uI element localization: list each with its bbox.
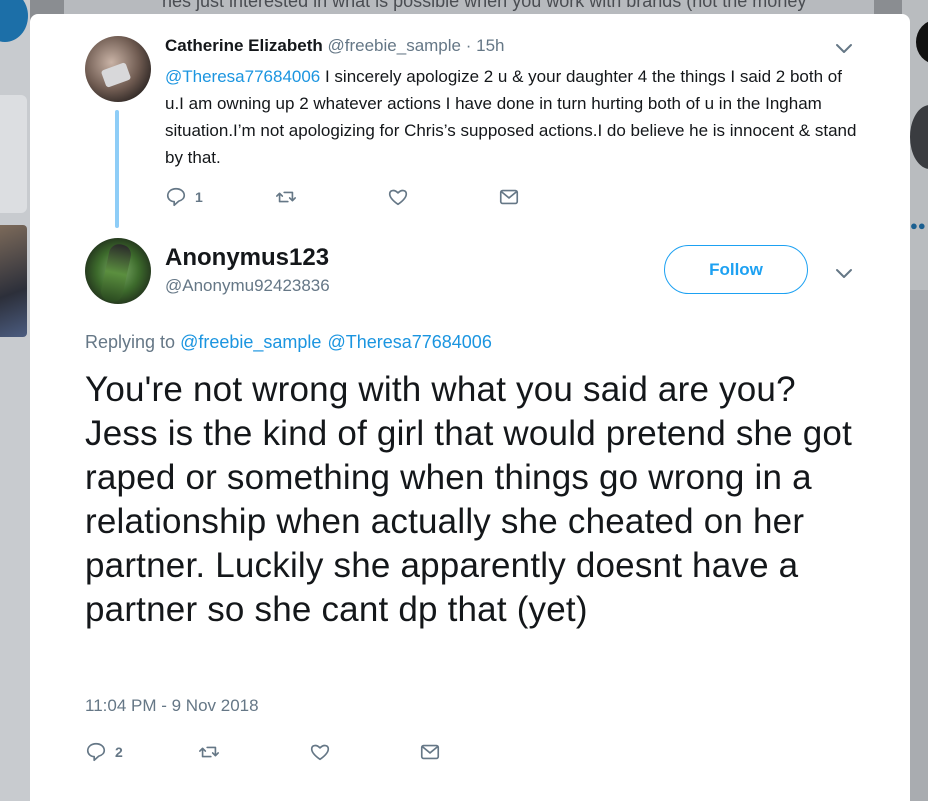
background-avatar	[916, 20, 928, 64]
retweet-icon	[276, 191, 296, 203]
chevron-down-icon[interactable]	[834, 263, 854, 283]
retweet-button[interactable]	[198, 741, 220, 763]
reply-count: 1	[195, 189, 203, 205]
tweet-modal: Catherine Elizabeth @freebie_sample · 15…	[30, 14, 910, 801]
parent-time[interactable]: · 15h	[466, 36, 505, 55]
parent-tweet-header: Catherine Elizabeth @freebie_sample · 15…	[165, 36, 504, 56]
background-avatar	[910, 105, 928, 169]
tweet-timestamp[interactable]: 11:04 PM - 9 Nov 2018	[85, 696, 259, 716]
people-icon: ●●	[910, 218, 926, 233]
parent-avatar[interactable]	[85, 36, 151, 102]
reply-count: 2	[115, 744, 123, 760]
like-button[interactable]	[387, 186, 409, 208]
chevron-down-icon[interactable]	[834, 38, 854, 58]
like-icon	[310, 744, 330, 761]
author-handle[interactable]: @Anonymu92423836	[165, 276, 330, 296]
background-photo	[0, 225, 27, 337]
reply-icon	[166, 187, 186, 207]
follow-button[interactable]: Follow	[664, 245, 808, 294]
like-button[interactable]	[309, 741, 331, 763]
replying-mention-link[interactable]: @Theresa77684006	[327, 332, 491, 352]
message-icon	[420, 744, 440, 760]
direct-message-button[interactable]	[498, 186, 520, 208]
replying-to-line: Replying to @freebie_sample @Theresa77684…	[85, 332, 498, 353]
parent-tweet-text: @Theresa77684006 I sincerely apologize 2…	[165, 63, 865, 171]
background-tweet-text: hes just interested in what is possible …	[64, 0, 874, 14]
retweet-button[interactable]	[275, 186, 297, 208]
reply-button[interactable]: 1	[165, 186, 203, 208]
message-icon	[499, 189, 519, 205]
background-card	[0, 95, 27, 213]
parent-mention-link[interactable]: @Theresa77684006	[165, 67, 320, 86]
background-left-column	[0, 0, 30, 801]
author-avatar[interactable]	[85, 238, 151, 304]
parent-handle[interactable]: @freebie_sample	[328, 36, 462, 55]
direct-message-button[interactable]	[419, 741, 441, 763]
thread-connector-line	[115, 110, 119, 228]
author-display-name[interactable]: Anonymus123	[165, 244, 329, 272]
retweet-icon	[199, 746, 219, 758]
parent-display-name[interactable]: Catherine Elizabeth	[165, 36, 323, 55]
reply-button[interactable]: 2	[85, 741, 123, 763]
background-avatar	[0, 0, 28, 42]
trends-panel	[908, 290, 928, 801]
like-icon	[388, 189, 408, 206]
replying-mention-link[interactable]: @freebie_sample	[180, 332, 321, 352]
replying-to-label: Replying to	[85, 332, 176, 352]
tweet-text: You're not wrong with what you said are …	[85, 370, 853, 629]
reply-icon	[86, 742, 106, 762]
